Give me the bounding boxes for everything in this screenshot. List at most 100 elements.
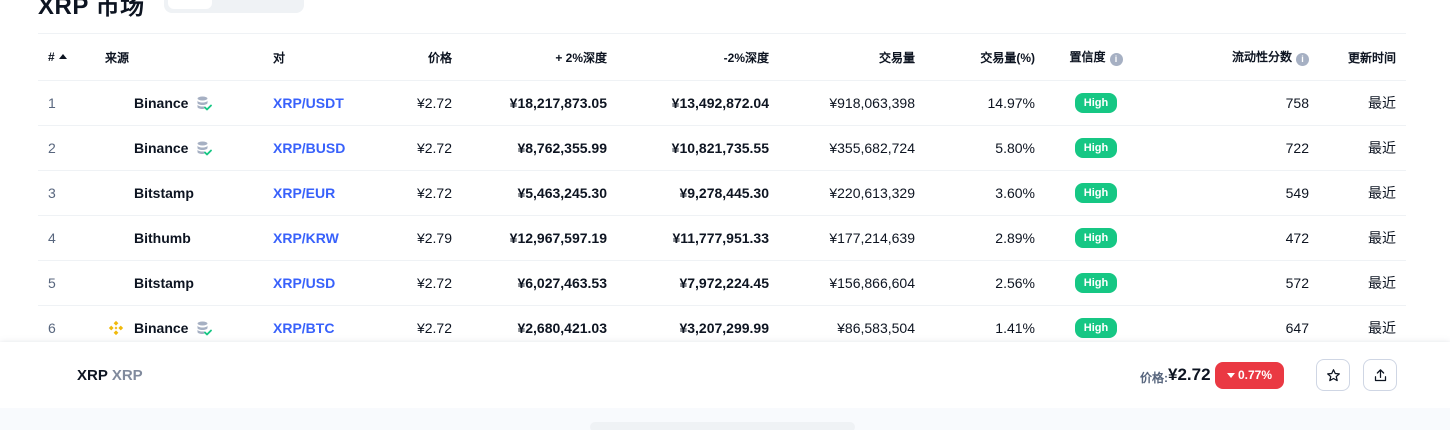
col-volume-header[interactable]: 交易量 xyxy=(769,34,915,81)
liquidity-cell: 549 xyxy=(1285,185,1309,201)
watchlist-star-button[interactable] xyxy=(1316,359,1350,391)
confidence-cell: High xyxy=(1035,216,1157,261)
plus-depth-cell: ¥6,027,463.53 xyxy=(517,275,607,291)
info-icon[interactable]: i xyxy=(1296,53,1309,66)
exchange-name[interactable]: Binance xyxy=(134,140,188,156)
volume-cell: ¥355,682,724 xyxy=(829,140,915,156)
minus-depth-cell: ¥13,492,872.04 xyxy=(671,95,769,111)
markets-table: # 来源 对 价格 + 2%深度 -2%深度 交易量 交易量(%) 置信度 i 流… xyxy=(38,33,1406,351)
exchange-name[interactable]: Bithumb xyxy=(134,230,191,246)
volume-pct-cell: 5.80% xyxy=(995,140,1035,156)
exchange-name[interactable]: Bitstamp xyxy=(134,185,194,201)
sticky-price-bar: XRP XRP 价格: ¥2.72 0.77% xyxy=(0,342,1450,408)
row-rank: 5 xyxy=(48,275,56,291)
volume-pct-cell: 2.56% xyxy=(995,275,1035,291)
pair-cell: XRP/EUR xyxy=(273,171,363,216)
row-rank: 1 xyxy=(48,95,56,111)
col-updated-header[interactable]: 更新时间 xyxy=(1309,34,1406,81)
exchange-cell[interactable]: Bithumb xyxy=(105,216,273,261)
liquidity-cell: 472 xyxy=(1285,230,1309,246)
horizontal-scroll-indicator[interactable] xyxy=(590,422,855,430)
col-rank-header[interactable]: # xyxy=(38,34,105,81)
plus-depth-cell: ¥18,217,873.05 xyxy=(509,95,607,111)
exchange-cell[interactable]: Bitstamp xyxy=(105,261,273,306)
pair-link[interactable]: XRP/USDT xyxy=(273,95,344,111)
confidence-badge: High xyxy=(1074,318,1118,338)
volume-cell: ¥156,866,604 xyxy=(829,275,915,291)
price-cell: ¥2.72 xyxy=(416,185,452,201)
price-cell: ¥2.72 xyxy=(416,275,452,291)
exchange-name[interactable]: Bitstamp xyxy=(134,275,194,291)
plus-depth-cell: ¥12,967,597.19 xyxy=(509,230,607,246)
col-price-header[interactable]: 价格 xyxy=(363,34,452,81)
updated-cell: 最近 xyxy=(1368,140,1396,156)
verified-database-icon[interactable] xyxy=(196,140,213,156)
liquidity-cell: 758 xyxy=(1285,95,1309,111)
confidence-badge: High xyxy=(1074,183,1118,203)
col-liquidity-label: 流动性分数 xyxy=(1231,50,1292,64)
updated-cell: 最近 xyxy=(1368,230,1396,246)
pair-link[interactable]: XRP/BTC xyxy=(273,320,334,336)
confidence-cell: High xyxy=(1035,261,1157,306)
table-row: 4 Bithumb XRP/KRW ¥2.79 ¥12,967,597.19 ¥11,77… xyxy=(38,216,1406,261)
col-confidence-header[interactable]: 置信度 i xyxy=(1035,34,1157,81)
pair-link[interactable]: XRP/KRW xyxy=(273,230,339,246)
current-price: ¥2.72 xyxy=(1168,365,1211,384)
exchange-name[interactable]: Binance xyxy=(134,320,188,336)
pair-link[interactable]: XRP/BUSD xyxy=(273,140,345,156)
col-pair-header[interactable]: 对 xyxy=(273,34,363,81)
view-toggle[interactable] xyxy=(164,0,304,13)
coin-name: XRP xyxy=(77,367,108,384)
col-plus-depth-header[interactable]: + 2%深度 xyxy=(452,34,607,81)
caret-down-icon xyxy=(1226,373,1235,378)
share-icon xyxy=(1374,368,1386,381)
pair-cell: XRP/BUSD xyxy=(273,126,363,171)
confidence-cell: High xyxy=(1035,171,1157,216)
price-label: 价格: xyxy=(1140,371,1168,385)
pair-cell: XRP/USD xyxy=(273,261,363,306)
col-rank-label: # xyxy=(48,50,55,64)
updated-cell: 最近 xyxy=(1368,95,1396,111)
row-rank: 4 xyxy=(48,230,56,246)
volume-pct-cell: 3.60% xyxy=(995,185,1035,201)
volume-cell: ¥220,613,329 xyxy=(829,185,915,201)
col-liquidity-header[interactable]: 流动性分数 i xyxy=(1157,34,1309,81)
star-icon xyxy=(1326,368,1340,381)
liquidity-cell: 722 xyxy=(1285,140,1309,156)
col-minus-depth-header[interactable]: -2%深度 xyxy=(607,34,769,81)
exchange-name[interactable]: Binance xyxy=(134,95,188,111)
pair-link[interactable]: XRP/EUR xyxy=(273,185,335,201)
exchange-cell[interactable]: Bitstamp xyxy=(105,171,273,216)
coin-name-block: XRP XRP xyxy=(77,367,143,384)
confidence-badge: High xyxy=(1074,138,1118,158)
coin-symbol: XRP xyxy=(111,367,143,384)
price-change-badge: 0.77% xyxy=(1215,362,1284,389)
pair-link[interactable]: XRP/USD xyxy=(273,275,335,291)
price-cell: ¥2.72 xyxy=(416,95,452,111)
table-row: 1 Binance XRP/USDT ¥2.72 ¥18,217,873.05 ¥13,4… xyxy=(38,81,1406,126)
exchange-cell[interactable]: Binance xyxy=(105,81,273,126)
view-toggle-active-option[interactable] xyxy=(168,0,212,9)
updated-cell: 最近 xyxy=(1368,185,1396,201)
volume-cell: ¥177,214,639 xyxy=(829,230,915,246)
pair-cell: XRP/KRW xyxy=(273,216,363,261)
plus-depth-cell: ¥5,463,245.30 xyxy=(517,185,607,201)
row-rank: 3 xyxy=(48,185,56,201)
plus-depth-cell: ¥8,762,355.99 xyxy=(517,140,607,156)
table-row: 2 Binance XRP/BUSD ¥2.72 ¥8,762,355.99 ¥10,82… xyxy=(38,126,1406,171)
minus-depth-cell: ¥9,278,445.30 xyxy=(679,185,769,201)
share-button[interactable] xyxy=(1363,359,1397,391)
col-source-header[interactable]: 来源 xyxy=(105,34,273,81)
price-cell: ¥2.79 xyxy=(416,230,452,246)
table-header-row: # 来源 对 价格 + 2%深度 -2%深度 交易量 交易量(%) 置信度 i 流… xyxy=(38,33,1406,81)
exchange-cell[interactable]: Binance xyxy=(105,126,273,171)
price-cell: ¥2.72 xyxy=(416,140,452,156)
col-volume-pct-header[interactable]: 交易量(%) xyxy=(915,34,1035,81)
price-change-value: 0.77% xyxy=(1237,368,1273,382)
verified-database-icon[interactable] xyxy=(196,320,213,336)
liquidity-cell: 572 xyxy=(1285,275,1309,291)
info-icon[interactable]: i xyxy=(1109,53,1123,66)
updated-cell: 最近 xyxy=(1368,275,1396,291)
volume-cell: ¥918,063,398 xyxy=(829,95,915,111)
verified-database-icon[interactable] xyxy=(196,95,213,111)
